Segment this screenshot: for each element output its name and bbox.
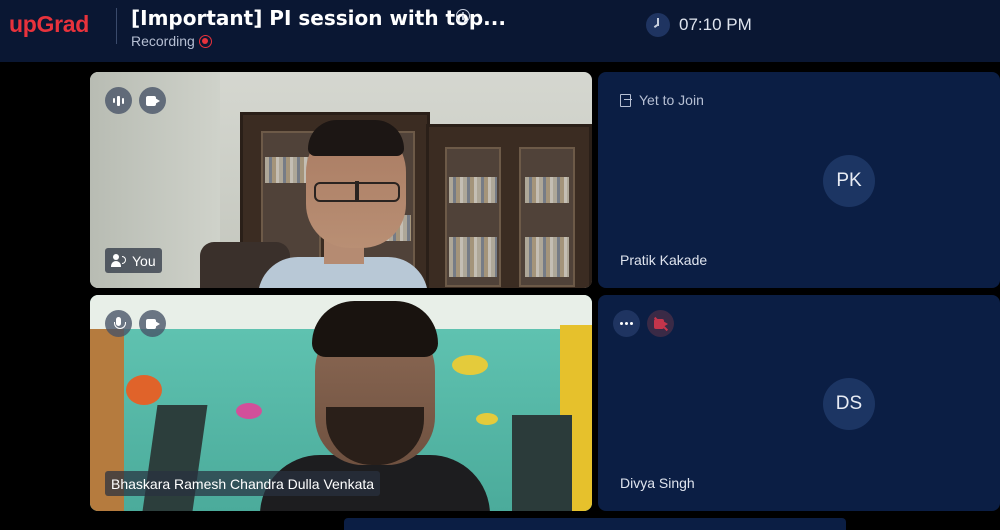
recording-label: Recording: [131, 33, 195, 49]
bookcase: [426, 124, 592, 288]
participant-hair: [312, 301, 438, 357]
camera-off-icon[interactable]: [647, 310, 674, 337]
bottom-toolbar: [344, 518, 846, 530]
participant-tile-pratik[interactable]: Yet to Join PK Pratik Kakade: [598, 72, 1000, 288]
wall-mural: [512, 415, 572, 511]
participant-name-tag: You: [105, 248, 162, 273]
microphone-icon[interactable]: [105, 310, 132, 337]
participant-name: You: [132, 252, 156, 269]
speaker-icon: [111, 253, 127, 268]
join-status-label: Yet to Join: [639, 92, 704, 108]
info-icon[interactable]: [456, 9, 470, 23]
video-tile-self[interactable]: You: [90, 72, 592, 288]
brand-logo: upGrad: [9, 11, 89, 37]
yet-to-join-icon: [620, 93, 632, 107]
header-divider: [116, 8, 117, 44]
wall-mural: [236, 403, 262, 419]
lamp: [126, 375, 162, 405]
more-options-icon[interactable]: [613, 310, 640, 337]
avatar: PK: [823, 155, 875, 207]
video-tile-bhaskara[interactable]: Bhaskara Ramesh Chandra Dulla Venkata: [90, 295, 592, 511]
recording-dot-icon: [199, 35, 212, 48]
participant-glasses: [314, 181, 400, 202]
join-status: Yet to Join: [620, 92, 704, 108]
avatar: DS: [823, 378, 875, 430]
wall-mural: [452, 355, 488, 375]
participant-name-tag: Bhaskara Ramesh Chandra Dulla Venkata: [105, 471, 381, 496]
top-bar: upGrad [Important] PI session with top..…: [0, 0, 1000, 62]
participant-hair: [308, 120, 404, 156]
participant-name: Pratik Kakade: [620, 252, 708, 268]
audio-level-icon[interactable]: [105, 87, 132, 114]
participant-name: Bhaskara Ramesh Chandra Dulla Venkata: [111, 475, 375, 492]
meeting-title: [Important] PI session with top...: [131, 6, 506, 30]
camera-icon[interactable]: [139, 310, 166, 337]
clock-icon: [646, 13, 670, 37]
participant-name: Divya Singh: [620, 475, 695, 491]
meeting-time: 07:10 PM: [679, 15, 752, 34]
participant-tile-divya[interactable]: DS Divya Singh: [598, 295, 1000, 511]
wall-mural: [476, 413, 498, 425]
camera-icon[interactable]: [139, 87, 166, 114]
